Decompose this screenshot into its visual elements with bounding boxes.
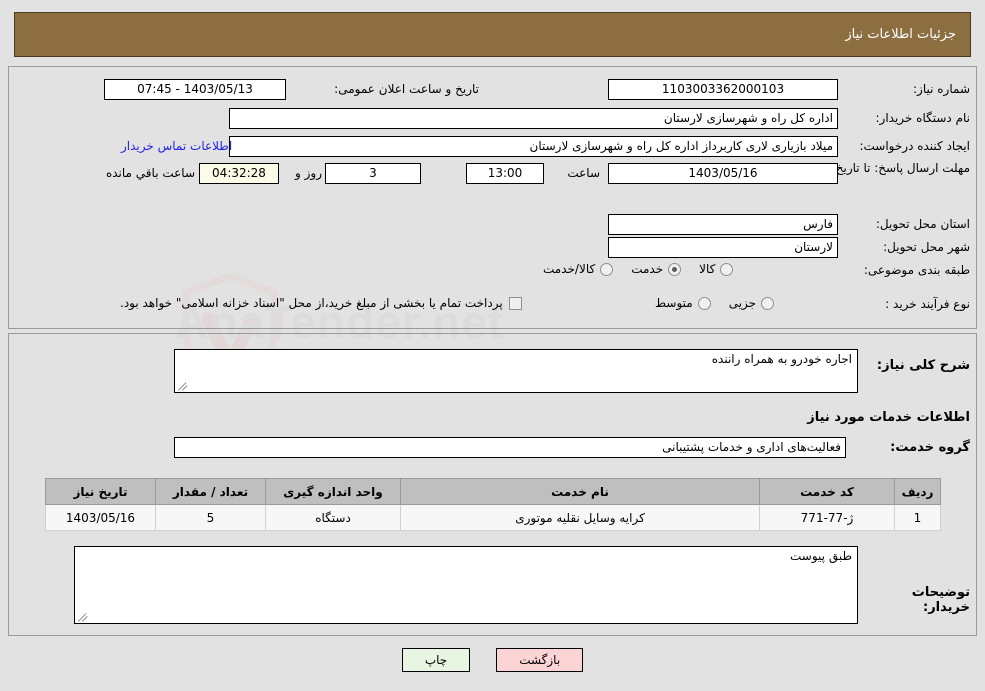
city-label: شهر محل تحویل: xyxy=(883,240,970,254)
city-value: لارستان xyxy=(608,237,838,258)
col-service-code: کد خدمت xyxy=(759,478,895,505)
remaining-hours-label: ساعت باقي مانده xyxy=(105,166,195,180)
deadline-date-value: 1403/05/16 xyxy=(608,163,838,184)
radio-icon[interactable] xyxy=(761,296,775,310)
need-number-value: 1103003362000103 xyxy=(608,79,838,100)
cell-quantity: 5 xyxy=(155,504,266,531)
process-option-label: متوسط xyxy=(655,296,693,310)
treasury-bond-checkbox[interactable]: پرداخت تمام یا بخشی از مبلغ خرید،از محل … xyxy=(120,296,522,310)
buyer-contact-link[interactable]: اطلاعات تماس خریدار xyxy=(121,139,232,153)
cell-need-date: 1403/05/16 xyxy=(45,504,156,531)
process-option-label: جزیی xyxy=(728,296,757,310)
footer-button-bar: بازگشت چاپ xyxy=(0,648,985,672)
summary-panel xyxy=(8,66,977,329)
col-need-date: تاریخ نیاز xyxy=(45,478,156,505)
col-service-name: نام خدمت xyxy=(400,478,760,505)
deadline-hour-value: 13:00 xyxy=(466,163,544,184)
service-group-label: گروه خدمت: xyxy=(890,440,970,455)
buyer-note-textarea[interactable]: طبق پیوست xyxy=(74,546,858,624)
province-label: استان محل تحویل: xyxy=(875,217,970,231)
window-title-bar: جزئیات اطلاعات نیاز xyxy=(14,12,971,57)
category-radio-group: کالا خدمت کالا/خدمت xyxy=(525,262,734,276)
process-radio-medium[interactable]: متوسط xyxy=(655,296,711,310)
buyer-note-label: توضیحات خریدار: xyxy=(911,585,970,615)
col-row-no: ردیف xyxy=(894,478,941,505)
process-type-label: نوع فرآیند خرید : xyxy=(885,297,970,311)
cell-service-code: ژ-77-771 xyxy=(759,504,895,531)
col-unit: واحد اندازه گیری xyxy=(265,478,401,505)
radio-icon[interactable] xyxy=(668,262,682,276)
back-button[interactable]: بازگشت xyxy=(496,648,584,672)
category-label: طبقه بندی موضوعی: xyxy=(863,263,970,277)
checkbox-icon[interactable] xyxy=(508,296,522,310)
category-option-label: کالا/خدمت xyxy=(543,262,596,276)
resize-grip-icon xyxy=(177,379,189,391)
publish-datetime-value: 1403/05/13 - 07:45 xyxy=(104,79,286,100)
category-radio-service[interactable]: خدمت xyxy=(631,262,682,276)
table-row: 1 ژ-77-771 کرایه وسایل نقلیه موتوری دستگ… xyxy=(45,504,941,531)
days-and-label: روز و xyxy=(295,166,322,180)
page-title: جزئیات اطلاعات نیاز xyxy=(845,27,956,42)
page-root: AnaTender.net جزئیات اطلاعات نیاز شماره … xyxy=(0,0,985,691)
resize-grip-icon xyxy=(77,610,89,622)
buyer-org-value: اداره کل راه و شهرسازی لارستان xyxy=(229,108,838,129)
col-quantity: تعداد / مقدار xyxy=(155,478,266,505)
process-radio-minor[interactable]: جزیی xyxy=(728,296,775,310)
publish-datetime-label: تاریخ و ساعت اعلان عمومی: xyxy=(334,82,479,96)
countdown-timer-value: 04:32:28 xyxy=(199,163,279,184)
services-section-heading: اطلاعات خدمات مورد نیاز xyxy=(807,410,970,425)
services-table-wrapper: ردیف کد خدمت نام خدمت واحد اندازه گیری ت… xyxy=(45,478,941,531)
radio-icon[interactable] xyxy=(720,262,734,276)
remaining-days-value: 3 xyxy=(325,163,421,184)
province-value: فارس xyxy=(608,214,838,235)
cell-row-no: 1 xyxy=(894,504,941,531)
category-radio-goods[interactable]: کالا xyxy=(699,262,734,276)
table-header-row: ردیف کد خدمت نام خدمت واحد اندازه گیری ت… xyxy=(45,478,941,505)
buyer-note-value: طبق پیوست xyxy=(790,549,852,563)
service-group-value: فعالیت‌های اداری و خدمات پشتیبانی xyxy=(174,437,846,458)
cell-unit: دستگاه xyxy=(265,504,401,531)
need-description-value: اجاره خودرو به همراه راننده xyxy=(711,352,852,366)
deadline-label: مهلت ارسال پاسخ: تا تاریخ: xyxy=(831,161,970,175)
process-type-radio-group: جزیی متوسط xyxy=(637,296,775,310)
category-option-label: خدمت xyxy=(631,262,664,276)
radio-icon[interactable] xyxy=(697,296,711,310)
category-option-label: کالا xyxy=(699,262,716,276)
creator-label: ایجاد کننده درخواست: xyxy=(859,139,970,153)
need-description-label: شرح کلی نیاز: xyxy=(876,358,970,373)
category-radio-goods-service[interactable]: کالا/خدمت xyxy=(543,262,614,276)
buyer-org-label: نام دستگاه خریدار: xyxy=(875,111,971,125)
treasury-bond-label: پرداخت تمام یا بخشی از مبلغ خرید،از محل … xyxy=(120,296,503,310)
print-button[interactable]: چاپ xyxy=(401,648,471,672)
cell-service-name: کرایه وسایل نقلیه موتوری xyxy=(400,504,760,531)
need-description-textarea[interactable]: اجاره خودرو به همراه راننده xyxy=(174,349,858,393)
radio-icon[interactable] xyxy=(600,262,614,276)
need-number-label: شماره نیاز: xyxy=(913,82,970,96)
services-table: ردیف کد خدمت نام خدمت واحد اندازه گیری ت… xyxy=(45,478,941,531)
creator-value: میلاد بازیاری لاری کاربرداز اداره کل راه… xyxy=(229,136,838,157)
deadline-hour-label: ساعت xyxy=(567,166,600,180)
